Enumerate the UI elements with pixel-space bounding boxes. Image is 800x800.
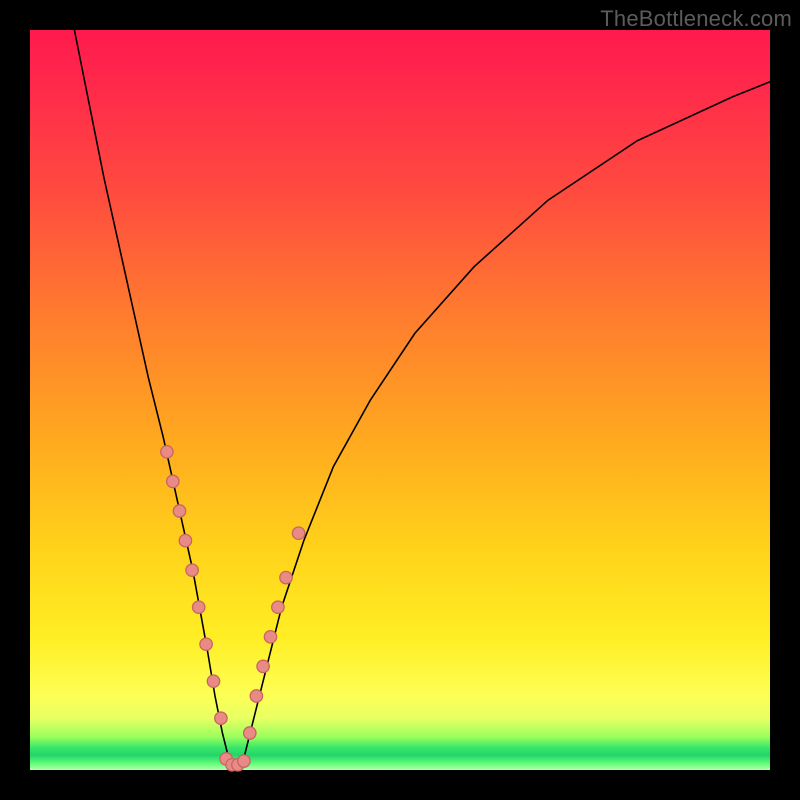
data-dot — [215, 712, 227, 724]
data-dot — [264, 631, 276, 643]
chart-svg — [30, 30, 770, 770]
data-dot — [238, 755, 250, 767]
data-dot — [244, 727, 256, 739]
data-dot — [167, 475, 179, 487]
chart-frame: TheBottleneck.com — [0, 0, 800, 800]
data-dot — [179, 534, 191, 546]
v-curve — [74, 30, 770, 766]
data-dot — [272, 601, 284, 613]
data-dot — [186, 564, 198, 576]
dot-group — [161, 446, 305, 771]
data-dot — [292, 527, 304, 539]
watermark-text: TheBottleneck.com — [600, 6, 792, 32]
data-dot — [250, 690, 262, 702]
data-dot — [280, 571, 292, 583]
data-dot — [173, 505, 185, 517]
data-dot — [161, 446, 173, 458]
data-dot — [257, 660, 269, 672]
plot-area — [30, 30, 770, 770]
data-dot — [193, 601, 205, 613]
data-dot — [200, 638, 212, 650]
data-dot — [207, 675, 219, 687]
